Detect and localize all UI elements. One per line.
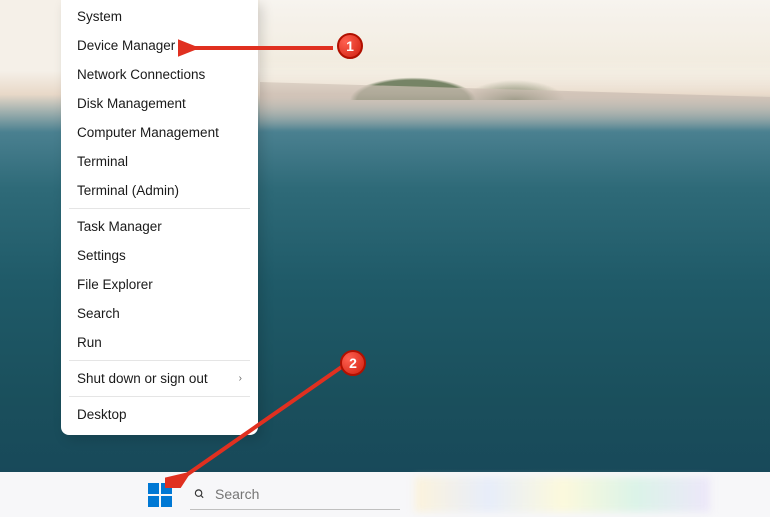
menu-item-label: System [77, 9, 122, 24]
annotation-badge-label: 2 [349, 355, 357, 371]
menu-item-label: Disk Management [77, 96, 186, 111]
menu-item-label: File Explorer [77, 277, 153, 292]
menu-item-network-connections[interactable]: Network Connections [61, 60, 258, 89]
menu-item-device-manager[interactable]: Device Manager [61, 31, 258, 60]
menu-item-label: Shut down or sign out [77, 371, 208, 386]
search-input[interactable] [215, 486, 396, 502]
menu-item-label: Search [77, 306, 120, 321]
menu-item-label: Task Manager [77, 219, 162, 234]
menu-item-computer-management[interactable]: Computer Management [61, 118, 258, 147]
menu-divider [69, 208, 250, 209]
menu-item-file-explorer[interactable]: File Explorer [61, 270, 258, 299]
menu-item-terminal[interactable]: Terminal [61, 147, 258, 176]
menu-item-label: Computer Management [77, 125, 219, 140]
menu-item-desktop[interactable]: Desktop [61, 400, 258, 429]
start-button[interactable] [148, 483, 172, 507]
windows-logo-tile [161, 496, 172, 507]
menu-item-terminal-admin[interactable]: Terminal (Admin) [61, 176, 258, 205]
search-box[interactable] [190, 480, 400, 510]
annotation-badge-1: 1 [337, 33, 363, 59]
annotation-badge-2: 2 [340, 350, 366, 376]
menu-item-label: Terminal [77, 154, 128, 169]
windows-logo-tile [148, 496, 159, 507]
menu-item-system[interactable]: System [61, 2, 258, 31]
menu-item-search[interactable]: Search [61, 299, 258, 328]
windows-logo-tile [161, 483, 172, 494]
search-icon [194, 486, 205, 502]
menu-item-label: Device Manager [77, 38, 175, 53]
menu-item-settings[interactable]: Settings [61, 241, 258, 270]
menu-item-label: Terminal (Admin) [77, 183, 179, 198]
menu-item-disk-management[interactable]: Disk Management [61, 89, 258, 118]
menu-divider [69, 360, 250, 361]
annotation-badge-label: 1 [346, 38, 354, 54]
menu-item-shutdown-signout[interactable]: Shut down or sign out › [61, 364, 258, 393]
taskbar-left [0, 480, 400, 510]
menu-item-label: Run [77, 335, 102, 350]
menu-divider [69, 396, 250, 397]
menu-item-run[interactable]: Run [61, 328, 258, 357]
desktop-wallpaper: System Device Manager Network Connection… [0, 0, 770, 472]
menu-item-label: Settings [77, 248, 126, 263]
menu-item-label: Network Connections [77, 67, 205, 82]
windows-logo-tile [148, 483, 159, 494]
taskbar-blur-area [415, 477, 710, 512]
menu-item-label: Desktop [77, 407, 127, 422]
menu-item-task-manager[interactable]: Task Manager [61, 212, 258, 241]
winx-context-menu: System Device Manager Network Connection… [61, 0, 258, 435]
taskbar [0, 472, 770, 517]
chevron-right-icon: › [239, 373, 242, 384]
